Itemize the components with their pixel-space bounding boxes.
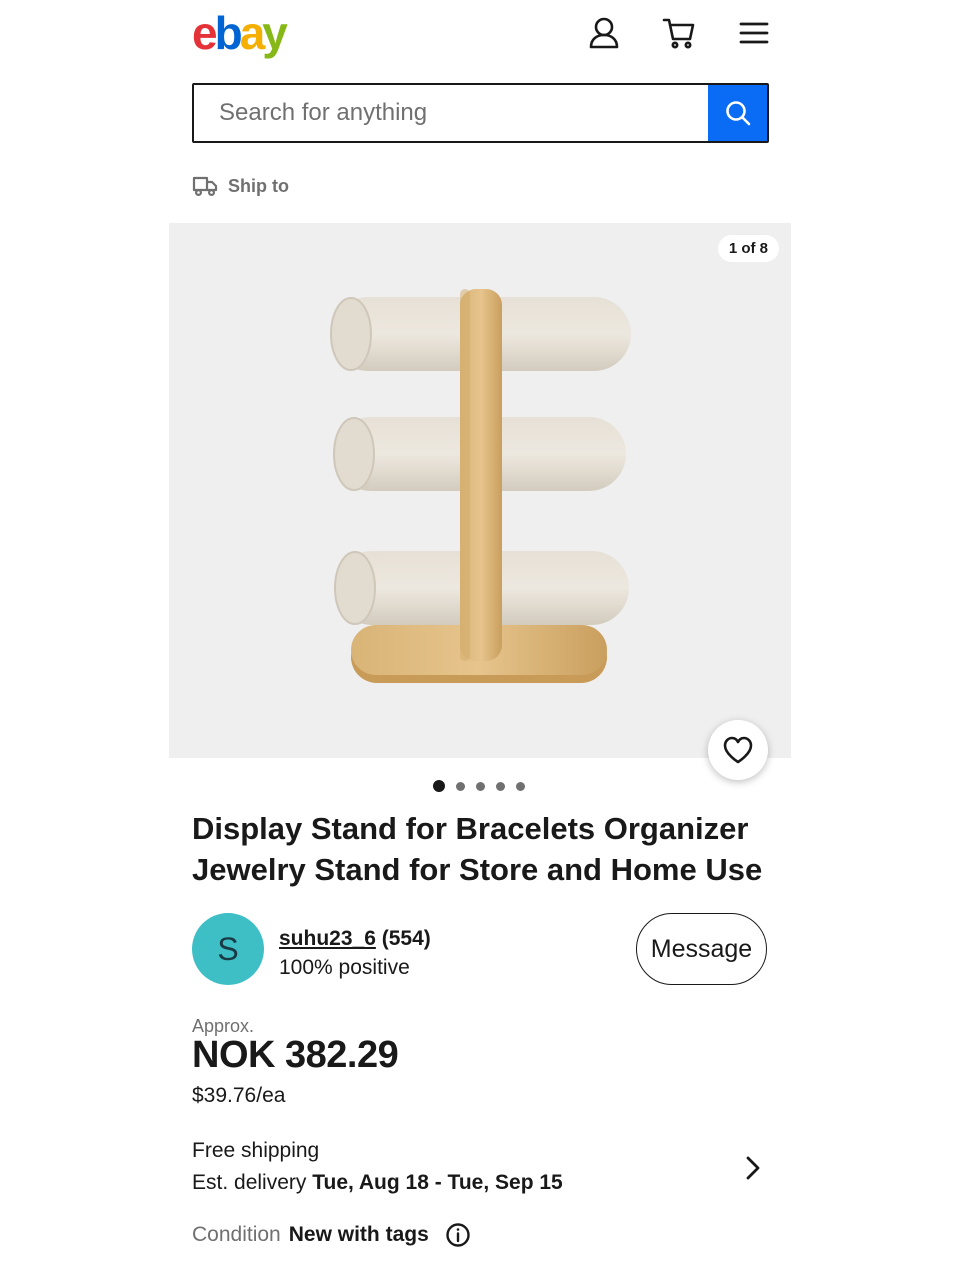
pagination-dot[interactable]: [476, 781, 485, 791]
product-title: Display Stand for Bracelets Organizer Je…: [192, 811, 763, 887]
message-button[interactable]: Message: [636, 913, 767, 985]
image-gallery[interactable]: 1 of 8: [169, 223, 791, 780]
seller-avatar[interactable]: S: [192, 913, 264, 985]
info-icon[interactable]: [445, 1222, 471, 1248]
free-shipping: Free shipping: [192, 1139, 320, 1162]
price-per-item: $39.76/ea: [192, 1084, 286, 1107]
condition-value: New with tags: [288, 1223, 429, 1246]
logo-letter-e: e: [192, 7, 218, 59]
price-amount: NOK 382.29: [192, 1034, 399, 1076]
seller-positive: 100% positive: [279, 956, 410, 979]
favorite-button[interactable]: [708, 720, 768, 780]
est-delivery-dates: Tue, Aug 18 - Tue, Sep 15: [312, 1171, 563, 1194]
product-image: [330, 289, 631, 683]
seller-info: suhu23_6 (554) 100% positive: [279, 924, 431, 982]
truck-icon: [192, 176, 218, 197]
logo-letter-y: y: [262, 7, 288, 59]
logo-letter-b: b: [214, 7, 243, 59]
hamburger-menu-icon[interactable]: [735, 14, 773, 52]
search-input[interactable]: [194, 85, 710, 141]
shipping-row[interactable]: Free shipping Est. delivery Tue, Aug 18 …: [192, 1136, 770, 1206]
ship-to[interactable]: Ship to: [192, 172, 289, 200]
search-button[interactable]: [708, 85, 767, 141]
pagination-dot-active[interactable]: [433, 780, 445, 792]
pagination-dot[interactable]: [496, 781, 505, 791]
est-delivery-label: Est. delivery: [192, 1171, 307, 1194]
gallery-pagination: [433, 780, 525, 792]
seller-feedback-count: (554): [381, 927, 431, 950]
header: ebay: [0, 0, 960, 70]
logo-letter-a: a: [239, 7, 266, 59]
cart-icon[interactable]: [660, 14, 698, 52]
chevron-right-icon: [746, 1156, 760, 1180]
user-icon[interactable]: [585, 14, 623, 52]
ebay-logo[interactable]: ebay: [192, 7, 288, 59]
pagination-dot[interactable]: [456, 781, 465, 791]
image-counter: 1 of 8: [717, 235, 779, 262]
pagination-dot[interactable]: [516, 781, 525, 791]
heart-icon: [723, 736, 753, 764]
estimated-delivery: Est. delivery Tue, Aug 18 - Tue, Sep 15: [192, 1165, 770, 1200]
seller-name-link[interactable]: suhu23_6: [279, 927, 376, 950]
ship-to-label: Ship to: [228, 175, 289, 196]
condition-row: Condition New with tags: [192, 1222, 471, 1248]
condition-label: Condition: [192, 1223, 281, 1246]
search-icon: [725, 101, 750, 126]
search-bar: [192, 83, 769, 143]
